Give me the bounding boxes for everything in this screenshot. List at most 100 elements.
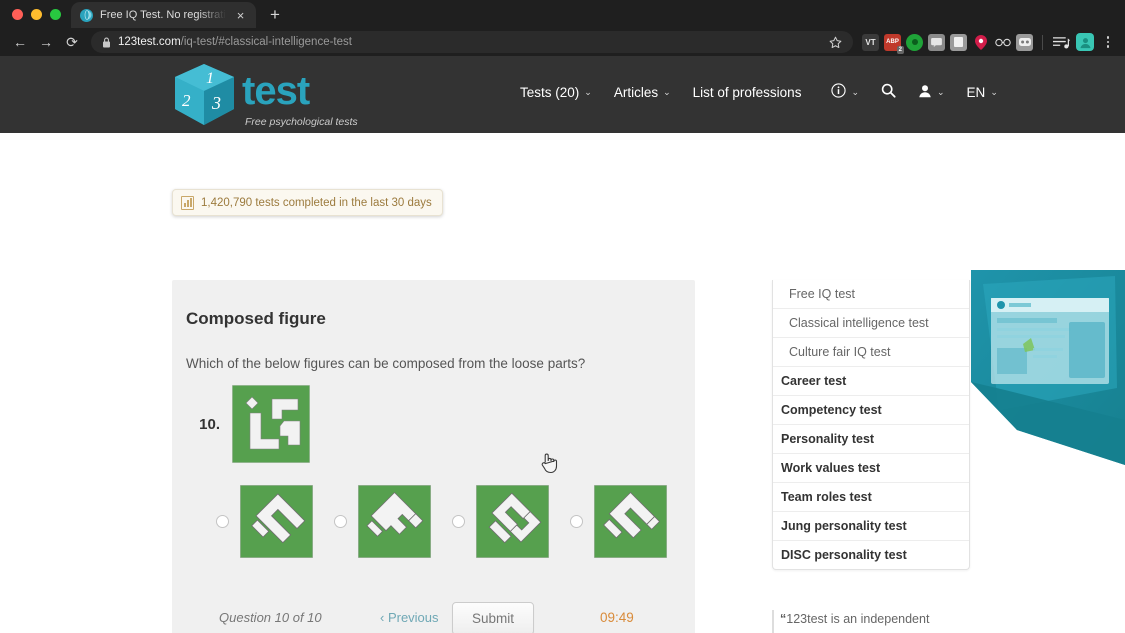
sidebar: Free IQ test Classical intelligence test… [772, 280, 970, 633]
window-maximize-button[interactable] [50, 8, 61, 20]
globe-icon [80, 8, 93, 22]
url-host: 123test.com [118, 36, 181, 48]
stats-banner-text: 1,420,790 tests completed in the last 30… [201, 196, 432, 209]
logo-text: test Free psychological tests [242, 71, 358, 128]
star-icon[interactable] [829, 36, 842, 49]
nav-item-language[interactable]: EN ⌄ [967, 85, 998, 100]
url-text: 123test.com/iq-test/#classical-intellige… [118, 36, 352, 48]
chevron-down-icon: ⌄ [851, 86, 859, 97]
extension-note-icon[interactable] [950, 33, 967, 51]
nav-item-tests-label: Tests (20) [520, 84, 580, 100]
svg-text:3: 3 [211, 93, 221, 113]
test-list: Free IQ test Classical intelligence test… [772, 280, 970, 570]
chevron-down-icon: ⌄ [584, 86, 592, 97]
extension-chat-icon[interactable] [928, 33, 945, 51]
sidebar-item-competency-test[interactable]: Competency test [773, 395, 969, 424]
nav-item-tests[interactable]: Tests (20) ⌄ [520, 85, 592, 100]
browser-tab[interactable]: Free IQ Test. No registration, b × [71, 2, 256, 28]
sidebar-item-personality-test[interactable]: Personality test [773, 424, 969, 453]
back-icon[interactable]: ← [8, 30, 32, 54]
answer-figure-3[interactable] [476, 485, 549, 558]
toolbar-divider [1042, 34, 1043, 50]
logo-word: test [242, 68, 310, 113]
logo-tagline: Free psychological tests [245, 115, 358, 128]
chevron-down-icon: ⌄ [990, 86, 998, 97]
nav-item-account[interactable]: ⌄ [918, 84, 945, 101]
browser-toolbar: ← → ⟳ 123test.com/iq-test/#classical-int… [0, 28, 1125, 56]
tab-strip: Free IQ Test. No registration, b × + [0, 0, 1125, 28]
info-icon [831, 83, 847, 101]
sidebar-item-culture-fair-iq-test[interactable]: Culture fair IQ test [773, 337, 969, 366]
search-icon [881, 83, 896, 101]
loose-parts-figure [232, 385, 310, 463]
window-minimize-button[interactable] [31, 8, 42, 20]
hero-decorative-image [965, 270, 1125, 465]
nav-item-list-of-professions[interactable]: List of professions [693, 85, 802, 100]
stats-banner: 1,420,790 tests completed in the last 30… [172, 189, 443, 216]
extension-green-circle-icon[interactable] [906, 33, 923, 51]
extension-adblock-icon[interactable]: ABP 2 [884, 33, 904, 54]
page-viewport: 1 2 3 test Free psychological tests Test… [0, 56, 1125, 633]
reload-icon[interactable]: ⟳ [60, 30, 84, 54]
svg-text:2: 2 [182, 91, 191, 110]
testimonial-part1: 123test is an independent European compa… [786, 612, 930, 626]
nav-item-info[interactable]: ⌄ [831, 83, 859, 101]
previous-link[interactable]: ‹ Previous [380, 610, 439, 625]
radio-button-4[interactable] [570, 515, 583, 528]
sidebar-item-career-test[interactable]: Career test [773, 366, 969, 395]
chart-icon [181, 195, 194, 210]
tab-title: Free IQ Test. No registration, b [100, 9, 226, 21]
countdown-timer: 09:49 [600, 610, 634, 625]
answer-option-2[interactable] [334, 485, 452, 558]
extension-robot-icon[interactable] [1016, 33, 1033, 51]
url-path: /iq-test/#classical-intelligence-test [180, 36, 352, 48]
question-figure-row: 10. [186, 385, 310, 463]
sidebar-item-team-roles-test[interactable]: Team roles test [773, 482, 969, 511]
nav-item-search[interactable] [881, 83, 896, 101]
radio-button-3[interactable] [452, 515, 465, 528]
answer-figure-2[interactable] [358, 485, 431, 558]
sidebar-item-work-values-test[interactable]: Work values test [773, 453, 969, 482]
lock-icon [102, 37, 111, 48]
account-icon [918, 84, 932, 101]
logo-cube-icon: 1 2 3 [175, 63, 234, 125]
main-navigation: Tests (20) ⌄ Articles ⌄ List of professi… [520, 83, 998, 101]
forward-icon[interactable]: → [34, 30, 58, 54]
nav-item-articles-label: Articles [613, 84, 659, 100]
question-number: 10. [199, 415, 220, 433]
sidebar-item-free-iq-test[interactable]: Free IQ test [773, 280, 969, 308]
profile-avatar[interactable] [1076, 33, 1094, 51]
close-icon[interactable]: × [233, 8, 248, 23]
answer-option-3[interactable] [452, 485, 570, 558]
radio-button-1[interactable] [216, 515, 229, 528]
svg-text:1: 1 [206, 70, 214, 87]
address-bar[interactable]: 123test.com/iq-test/#classical-intellige… [91, 31, 853, 53]
browser-chrome: Free IQ Test. No registration, b × + ← →… [0, 0, 1125, 56]
language-label: EN [966, 84, 986, 100]
site-header: 1 2 3 test Free psychological tests Test… [0, 56, 1125, 133]
sidebar-item-jung-personality-test[interactable]: Jung personality test [773, 511, 969, 540]
question-prompt: Which of the below figures can be compos… [186, 356, 586, 371]
kebab-menu-icon[interactable] [1099, 36, 1117, 48]
new-tab-button[interactable]: + [262, 1, 288, 27]
window-controls[interactable] [8, 0, 71, 28]
answer-option-1[interactable] [216, 485, 334, 558]
answer-option-4[interactable] [570, 485, 688, 558]
extension-playlist-icon[interactable] [1052, 34, 1071, 51]
extension-glasses-icon[interactable] [994, 34, 1011, 51]
submit-button[interactable]: Submit [452, 602, 535, 633]
window-close-button[interactable] [12, 8, 23, 20]
chevron-down-icon: ⌄ [937, 86, 945, 97]
question-counter: Question 10 of 10 [219, 610, 322, 625]
extension-vt-icon[interactable]: VT [862, 33, 879, 51]
testimonial-text: “123test is an independent European comp… [780, 608, 970, 633]
extension-location-pin-icon[interactable] [972, 34, 989, 51]
radio-button-2[interactable] [334, 515, 347, 528]
answer-figure-4[interactable] [594, 485, 667, 558]
answer-figure-1[interactable] [240, 485, 313, 558]
nav-item-articles[interactable]: Articles ⌄ [614, 85, 671, 100]
sidebar-item-disc-personality-test[interactable]: DISC personality test [773, 540, 969, 569]
sidebar-item-classical-intelligence-test[interactable]: Classical intelligence test [773, 308, 969, 337]
site-logo[interactable]: 1 2 3 test Free psychological tests [170, 61, 358, 129]
answer-options [216, 485, 688, 558]
